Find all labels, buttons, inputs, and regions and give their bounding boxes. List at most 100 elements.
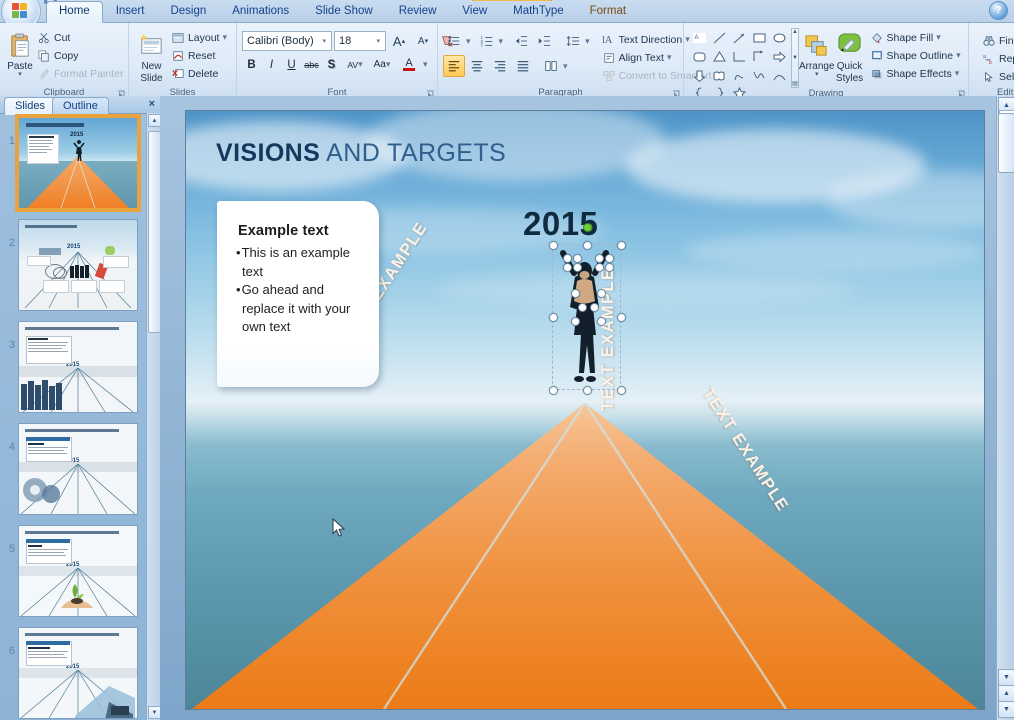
shrink-font-button[interactable]: A ▾	[412, 30, 434, 52]
subshape-handle-8[interactable]	[605, 263, 614, 272]
list-item[interactable]: 2 2015	[0, 215, 147, 317]
example-text-box[interactable]: Example text This is an example text Go …	[217, 201, 379, 387]
italic-button[interactable]: I	[262, 55, 281, 74]
slide-thumbnail-3[interactable]: 2015	[18, 321, 138, 413]
align-center-button[interactable]	[466, 55, 488, 77]
subshape-handle-5[interactable]	[563, 263, 572, 272]
scroll-down-icon[interactable]: ▼	[998, 669, 1014, 686]
list-item[interactable]: 4 2015	[0, 419, 147, 521]
replace-button[interactable]: a b Replace ▾	[980, 50, 1014, 67]
tab-review[interactable]: Review	[386, 1, 450, 22]
shape-outline-arrow[interactable]: ▾	[956, 50, 961, 61]
shapes-scroll-up-icon[interactable]: ▲	[792, 29, 798, 35]
shapes-gallery[interactable]: A	[689, 28, 790, 100]
slide-vertical-scrollbar[interactable]: ▲ ▼ ▲ ▼	[996, 96, 1014, 720]
resize-handle-ne[interactable]	[617, 241, 626, 250]
layout-dropdown-arrow[interactable]: ▾	[222, 32, 227, 43]
subshape-handle-6[interactable]	[573, 263, 582, 272]
subshape-handle-10[interactable]	[597, 289, 606, 298]
find-button[interactable]: Find	[980, 32, 1014, 49]
shapes-scroll-down-icon[interactable]: ▼	[792, 55, 798, 61]
shape-textbox-icon[interactable]: A	[690, 29, 709, 47]
next-slide-icon[interactable]: ▼	[998, 701, 1014, 718]
align-text-arrow[interactable]: ▾	[667, 52, 672, 63]
list-item[interactable]: 5 2015	[0, 521, 147, 623]
shape-triangle-icon[interactable]	[710, 48, 729, 66]
character-spacing-button[interactable]: AV ▾	[342, 55, 368, 74]
new-slide-button[interactable]: New Slide	[134, 28, 169, 84]
paste-dropdown-arrow[interactable]: ▾	[18, 71, 22, 78]
line-spacing-button[interactable]	[562, 30, 584, 52]
decrease-indent-button[interactable]	[510, 30, 532, 52]
shape-down-arrow-icon[interactable]	[690, 67, 709, 85]
close-pane-icon[interactable]: ×	[149, 98, 155, 110]
tab-animations[interactable]: Animations	[219, 1, 302, 22]
shape-right-arrow-icon[interactable]	[770, 48, 789, 66]
slide-editing-area[interactable]: TEXT EXAMPLE TEXT EXAMPLE TEXT EXAMPLE V…	[160, 96, 1014, 720]
shape-flowchart-icon[interactable]	[710, 67, 729, 85]
slide-thumbnail-6[interactable]: 2015	[18, 627, 138, 719]
shape-arrow-icon[interactable]	[730, 29, 749, 47]
tab-view[interactable]: View	[449, 1, 500, 22]
shape-scribble-icon[interactable]	[730, 67, 749, 85]
shape-line-icon[interactable]	[710, 29, 729, 47]
slide-thumbnail-4[interactable]: 2015	[18, 423, 138, 515]
align-left-button[interactable]	[443, 55, 465, 77]
font-color-button[interactable]: A	[396, 55, 422, 74]
subshape-handle-13[interactable]	[571, 317, 580, 326]
resize-handle-s[interactable]	[583, 386, 592, 395]
reset-button[interactable]: Reset	[169, 47, 231, 64]
tab-home[interactable]: Home	[46, 1, 103, 23]
list-item[interactable]: 3 2015	[0, 317, 147, 419]
font-name-arrow[interactable]: ▾	[319, 37, 329, 45]
grow-font-button[interactable]: A ▴	[388, 30, 410, 52]
shape-outline-button[interactable]: Shape Outline ▾	[868, 47, 965, 64]
increase-indent-button[interactable]	[533, 30, 555, 52]
align-right-button[interactable]	[489, 55, 511, 77]
slide-thumbnail-list[interactable]: 1 2015 2 2015 3 2015 4 2015 5 2015 6 201…	[0, 113, 147, 720]
layout-button[interactable]: Layout ▾	[169, 29, 231, 46]
current-slide[interactable]: TEXT EXAMPLE TEXT EXAMPLE TEXT EXAMPLE V…	[186, 111, 984, 709]
rotate-handle[interactable]	[583, 223, 592, 232]
copy-button[interactable]: Copy	[35, 47, 127, 64]
tab-mathtype[interactable]: MathType	[500, 1, 577, 22]
tab-format[interactable]: Format	[577, 1, 639, 22]
scroll-thumb[interactable]	[998, 113, 1014, 173]
shape-arc-icon[interactable]	[770, 67, 789, 85]
slides-pane-scrollbar[interactable]: ▲ ▼	[146, 113, 161, 720]
subshape-handle-4[interactable]	[605, 254, 614, 263]
subshape-handle-1[interactable]	[563, 254, 572, 263]
slide-thumbnail-5[interactable]: 2015	[18, 525, 138, 617]
columns-arrow[interactable]: ▾	[563, 61, 568, 72]
change-case-button[interactable]: Aa ▾	[369, 55, 395, 74]
list-item[interactable]: 6 2015	[0, 623, 147, 720]
numbering-arrow[interactable]: ▾	[499, 36, 504, 47]
bullets-button[interactable]	[443, 30, 465, 52]
delete-slide-button[interactable]: Delete	[169, 65, 231, 82]
slide-title[interactable]: VISIONS AND TARGETS	[216, 139, 506, 168]
slide-thumbnail-1[interactable]: 2015	[15, 114, 141, 212]
arrange-button[interactable]: Arrange ▾	[799, 28, 835, 78]
tab-slide-show[interactable]: Slide Show	[302, 1, 386, 22]
subshape-handle-7[interactable]	[595, 263, 604, 272]
shape-effects-button[interactable]: Shape Effects ▾	[868, 65, 965, 82]
font-size-combobox[interactable]: 18 ▾	[334, 31, 386, 51]
resize-handle-se[interactable]	[617, 386, 626, 395]
bold-button[interactable]: B	[242, 55, 261, 74]
tab-insert[interactable]: Insert	[103, 1, 158, 22]
format-painter-button[interactable]: Format Painter	[35, 65, 127, 82]
arrange-arrow[interactable]: ▾	[815, 71, 819, 78]
shape-effects-arrow[interactable]: ▾	[955, 68, 960, 79]
quick-styles-button[interactable]: Quick Styles	[835, 28, 865, 84]
subshape-handle-14[interactable]	[597, 317, 606, 326]
subshape-handle-3[interactable]	[595, 254, 604, 263]
font-color-arrow[interactable]: ▾	[423, 59, 428, 70]
resize-handle-n[interactable]	[583, 241, 592, 250]
text-shadow-button[interactable]: S	[322, 55, 341, 74]
line-spacing-arrow[interactable]: ▾	[585, 36, 590, 47]
subshape-handle-11[interactable]	[578, 303, 587, 312]
columns-button[interactable]	[540, 55, 562, 77]
shapes-gallery-scrollbar[interactable]: ▲ ▼ ▤	[791, 28, 799, 88]
shape-rectangle-icon[interactable]	[750, 29, 769, 47]
shape-rounded-rect-icon[interactable]	[690, 48, 709, 66]
